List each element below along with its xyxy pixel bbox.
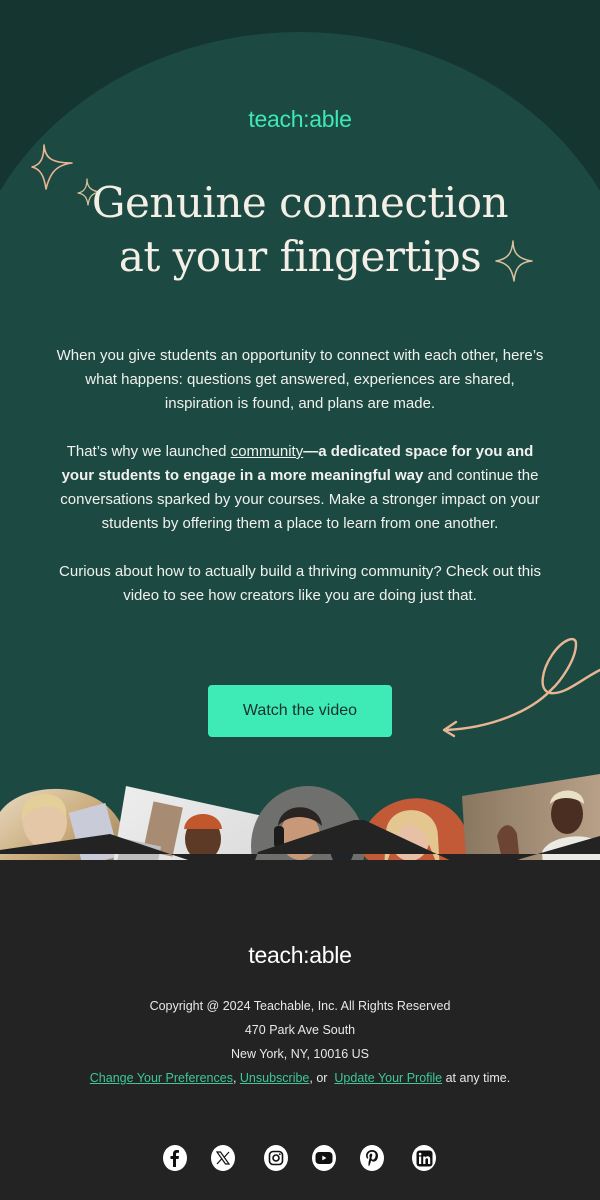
headline-line-1: Genuine connection xyxy=(91,178,509,227)
community-dash: — xyxy=(303,443,319,460)
watch-video-button[interactable]: Watch the video xyxy=(208,685,392,737)
social-links xyxy=(163,1145,443,1171)
community-paragraph: That’s why we launched community—a dedic… xyxy=(50,440,550,536)
linkedin-icon[interactable] xyxy=(412,1145,436,1171)
copyright-text: Copyright @ 2024 Teachable, Inc. All Rig… xyxy=(149,999,451,1013)
link-separator: , or xyxy=(309,1071,335,1085)
community-link[interactable]: community xyxy=(231,443,304,460)
unsubscribe-link[interactable]: Unsubscribe xyxy=(240,1071,309,1085)
instagram-icon[interactable] xyxy=(264,1145,288,1171)
address-line-1: 470 Park Ave South xyxy=(244,1023,356,1037)
youtube-icon[interactable] xyxy=(312,1145,336,1171)
links-suffix: at any time. xyxy=(442,1071,511,1085)
page-title: Genuine connection at your fingertips xyxy=(0,176,600,284)
hero-section: teach:able Genuine connection at your fi… xyxy=(0,0,600,900)
update-profile-link[interactable]: Update Your Profile xyxy=(334,1071,442,1085)
facebook-icon[interactable] xyxy=(163,1145,187,1171)
link-separator: , xyxy=(232,1071,240,1085)
email-page: teach:able Genuine connection at your fi… xyxy=(0,0,600,1200)
headline-line-2: at your fingertips xyxy=(118,232,482,281)
arrow-squiggle-icon xyxy=(442,637,600,738)
intro-paragraph: When you give students an opportunity to… xyxy=(56,347,544,412)
community-intro-text: That’s why we launched xyxy=(66,443,231,460)
teachable-logo[interactable]: teach:able xyxy=(0,106,600,133)
footer-links: Change Your Preferences, Unsubscribe, or… xyxy=(0,1071,600,1085)
address-line-2: New York, NY, 10016 US xyxy=(230,1047,370,1061)
change-preferences-link[interactable]: Change Your Preferences xyxy=(90,1071,233,1085)
video-paragraph: Curious about how to actually build a th… xyxy=(59,563,541,604)
pinterest-icon[interactable] xyxy=(360,1145,384,1171)
x-icon[interactable] xyxy=(211,1145,235,1171)
footer-logo[interactable]: teach:able xyxy=(0,942,600,969)
